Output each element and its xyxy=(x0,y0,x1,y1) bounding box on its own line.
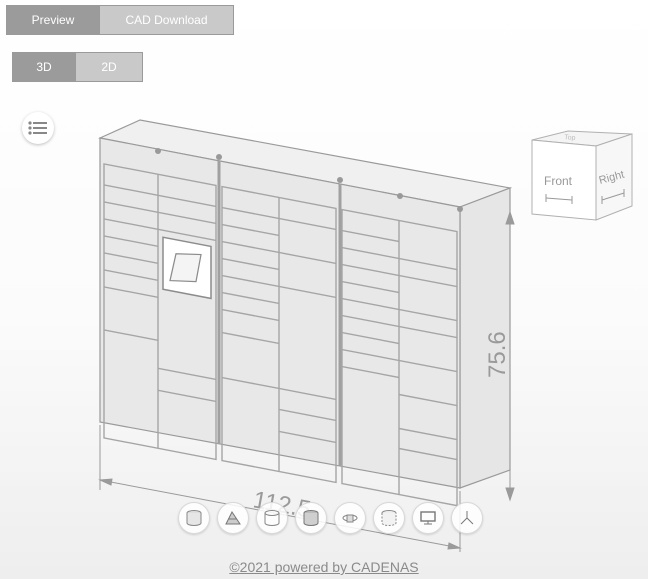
fullscreen-monitor-icon xyxy=(420,511,436,525)
fullscreen-button[interactable] xyxy=(412,502,444,534)
height-dimension-label: 75.6 xyxy=(484,331,511,378)
footer-copyright-link[interactable]: ©2021 powered by CADENAS xyxy=(0,559,648,575)
rotate-view-button[interactable] xyxy=(334,502,366,534)
tab-3d[interactable]: 3D xyxy=(12,52,76,82)
tab-2d[interactable]: 2D xyxy=(76,52,143,82)
shaded-view-icon xyxy=(186,510,202,526)
tab-cad-download[interactable]: CAD Download xyxy=(100,5,234,35)
shaded-view-button[interactable] xyxy=(178,502,210,534)
view-mode-tabs: 3D 2D xyxy=(12,52,143,82)
top-tabs: Preview CAD Download xyxy=(6,5,234,35)
axis-button[interactable] xyxy=(451,502,483,534)
solid-view-icon xyxy=(303,510,319,526)
solid-view-button[interactable] xyxy=(295,502,327,534)
hidden-lines-icon xyxy=(381,510,397,526)
rotate-view-icon xyxy=(342,514,358,523)
wireframe-view-icon xyxy=(264,510,280,526)
axis-icon xyxy=(460,511,474,525)
viewcube-top-label: Top xyxy=(564,134,576,142)
section-view-icon xyxy=(225,511,241,525)
viewcube-front-label: Front xyxy=(544,174,573,188)
hidden-lines-button[interactable] xyxy=(373,502,405,534)
wireframe-view-button[interactable] xyxy=(256,502,288,534)
tab-preview[interactable]: Preview xyxy=(6,5,100,35)
viewer-toolbar xyxy=(178,502,483,534)
view-cube[interactable]: Top Front Right xyxy=(528,128,638,228)
section-view-button[interactable] xyxy=(217,502,249,534)
